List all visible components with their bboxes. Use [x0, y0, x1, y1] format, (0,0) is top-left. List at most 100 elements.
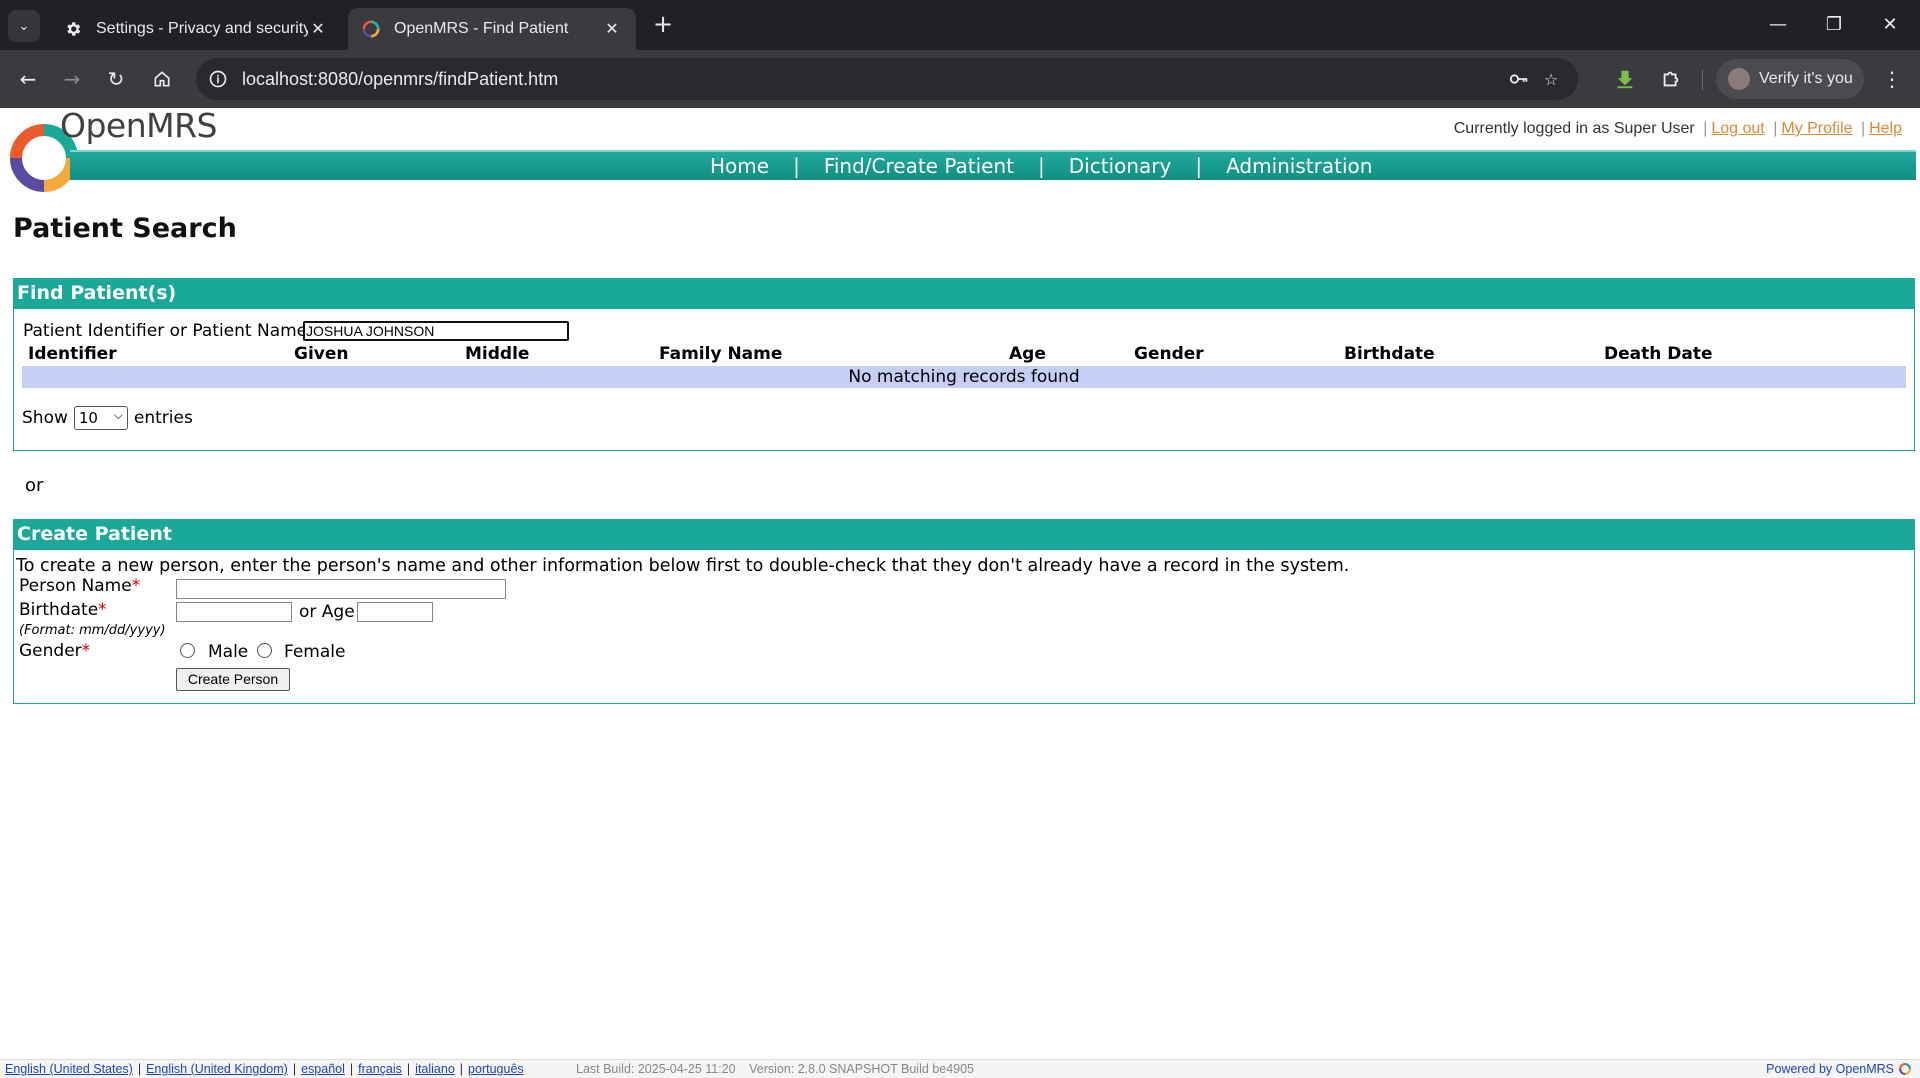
- separator: |: [292, 1062, 297, 1076]
- entries-per-page-select[interactable]: 10 ⌵: [73, 406, 128, 430]
- lang-link-en-us[interactable]: English (United States): [5, 1062, 133, 1076]
- lang-link-pt[interactable]: português: [468, 1062, 524, 1076]
- birthdate-label-text: Birthdate: [19, 600, 99, 620]
- nav-administration[interactable]: Administration: [1202, 154, 1396, 178]
- find-patient-box: Find Patient(s) Patient Identifier or Pa…: [13, 278, 1915, 451]
- tab-title: Settings - Privacy and security: [96, 20, 308, 37]
- column-header-identifier[interactable]: Identifier: [28, 344, 117, 364]
- create-person-button[interactable]: Create Person: [176, 668, 290, 691]
- address-bar[interactable]: localhost:8080/openmrs/findPatient.htm ☆: [196, 58, 1578, 100]
- password-key-icon[interactable]: [1508, 68, 1530, 90]
- lang-link-it[interactable]: italiano: [415, 1062, 455, 1076]
- new-tab-plus-icon[interactable]: +: [650, 12, 676, 38]
- find-patient-header: Find Patient(s): [14, 279, 1914, 309]
- user-bar: Currently logged in as Super User | Log o…: [1454, 120, 1902, 138]
- required-mark: *: [81, 641, 91, 661]
- lang-link-en-gb[interactable]: English (United Kingdom): [146, 1062, 288, 1076]
- age-input[interactable]: [357, 602, 433, 622]
- create-intro-text: To create a new person, enter the person…: [16, 556, 1350, 576]
- show-entries-control: Show 10 ⌵ entries: [22, 406, 193, 430]
- verify-label: Verify it's you: [1759, 70, 1853, 87]
- gender-label-text: Gender: [19, 641, 82, 661]
- column-header-family-name[interactable]: Family Name: [659, 344, 782, 364]
- create-patient-box: Create Patient To create a new person, e…: [13, 519, 1915, 704]
- or-age-label: or Age: [299, 602, 355, 622]
- close-icon[interactable]: ✕: [602, 19, 622, 39]
- browser-menu-kebab-icon[interactable]: ⋮: [1880, 66, 1904, 92]
- nav-separator: |: [1037, 154, 1045, 178]
- column-header-given[interactable]: Given: [294, 344, 349, 364]
- nav-find-create-patient[interactable]: Find/Create Patient: [800, 154, 1038, 178]
- close-icon[interactable]: ✕: [308, 19, 328, 39]
- tab-search-chevron-icon[interactable]: ⌄: [8, 10, 40, 42]
- main-nav-banner: Home | Find/Create Patient | Dictionary …: [70, 150, 1916, 180]
- version-text: Version: 2.8.0 SNAPSHOT Build be4905: [749, 1062, 974, 1076]
- logged-in-text: Currently logged in as Super User: [1453, 120, 1695, 137]
- column-header-death-date[interactable]: Death Date: [1604, 344, 1713, 364]
- or-separator-text: or: [25, 475, 44, 496]
- last-build-text: Last Build: 2025-04-25 11:20: [576, 1062, 736, 1076]
- separator: |: [459, 1062, 464, 1076]
- powered-by[interactable]: Powered by OpenMRS: [1766, 1062, 1912, 1076]
- reload-icon[interactable]: ↻: [100, 63, 132, 95]
- column-header-gender[interactable]: Gender: [1134, 344, 1204, 364]
- empty-results-row: No matching records found: [22, 366, 1906, 388]
- column-header-age[interactable]: Age: [1009, 344, 1046, 364]
- my-profile-link[interactable]: My Profile: [1781, 120, 1852, 137]
- birthdate-format-hint: (Format: mm/dd/yyyy): [19, 623, 166, 638]
- back-arrow-icon[interactable]: ←: [12, 63, 44, 95]
- tab-openmrs-find-patient[interactable]: OpenMRS - Find Patient ✕: [348, 8, 636, 50]
- restore-icon[interactable]: ❐: [1814, 8, 1854, 42]
- person-name-input[interactable]: [176, 579, 506, 599]
- gender-male-radio[interactable]: [180, 643, 195, 658]
- toolbar-divider: [1702, 70, 1703, 90]
- gender-female-radio[interactable]: [257, 643, 272, 658]
- patient-search-input[interactable]: JOSHUA JOHNSON: [303, 321, 569, 341]
- nav-home[interactable]: Home: [686, 154, 793, 178]
- footer: English (United States) | English (United …: [0, 1059, 1920, 1078]
- close-window-icon[interactable]: ✕: [1870, 8, 1910, 42]
- chevron-down-icon: ⌵: [113, 408, 123, 422]
- tab-settings[interactable]: Settings - Privacy and security ✕: [50, 8, 342, 50]
- lang-link-fr[interactable]: français: [358, 1062, 402, 1076]
- extensions-puzzle-icon[interactable]: [1658, 66, 1684, 92]
- required-mark: *: [98, 600, 107, 620]
- browser-tab-strip: ⌄ Settings - Privacy and security ✕ Open…: [0, 0, 1920, 50]
- separator: |: [1703, 120, 1708, 137]
- nav-separator: |: [793, 154, 800, 178]
- language-links: English (United States) | English (United …: [5, 1062, 524, 1076]
- bookmark-star-icon[interactable]: ☆: [1540, 68, 1562, 90]
- birthdate-label: Birthdate*: [19, 600, 107, 620]
- show-label: Show: [22, 408, 68, 428]
- nav-separator: |: [1195, 154, 1203, 178]
- nav-dictionary[interactable]: Dictionary: [1045, 154, 1196, 178]
- help-link[interactable]: Help: [1869, 120, 1902, 137]
- search-label: Patient Identifier or Patient Name:: [23, 321, 313, 341]
- male-label[interactable]: Male: [208, 642, 248, 662]
- lang-link-es[interactable]: español: [301, 1062, 345, 1076]
- birthdate-input[interactable]: [176, 602, 292, 622]
- minimize-icon[interactable]: —: [1758, 8, 1798, 42]
- separator: |: [406, 1062, 411, 1076]
- page-title: Patient Search: [13, 213, 237, 244]
- column-header-birthdate[interactable]: Birthdate: [1344, 344, 1435, 364]
- forward-arrow-icon[interactable]: →: [56, 63, 88, 95]
- download-icon[interactable]: [1612, 66, 1638, 92]
- female-label[interactable]: Female: [284, 642, 345, 662]
- home-icon[interactable]: [146, 63, 178, 95]
- openmrs-page: OpenMRS Currently logged in as Super Use…: [0, 106, 1920, 1078]
- entries-label: entries: [133, 408, 193, 428]
- column-header-middle[interactable]: Middle: [465, 344, 529, 364]
- logout-link[interactable]: Log out: [1711, 120, 1764, 137]
- separator: |: [1773, 120, 1778, 137]
- openmrs-favicon-icon: [362, 20, 380, 38]
- url-text: localhost:8080/openmrs/findPatient.htm: [242, 69, 559, 89]
- person-name-label-text: Person Name: [19, 576, 132, 596]
- verify-identity-button[interactable]: Verify it's you: [1716, 59, 1864, 99]
- create-patient-header: Create Patient: [14, 520, 1914, 550]
- gender-label: Gender*: [19, 641, 90, 661]
- separator: |: [137, 1062, 142, 1076]
- openmrs-mini-logo-icon: [1899, 1063, 1911, 1075]
- separator: |: [1860, 120, 1866, 137]
- site-info-icon[interactable]: [206, 67, 230, 91]
